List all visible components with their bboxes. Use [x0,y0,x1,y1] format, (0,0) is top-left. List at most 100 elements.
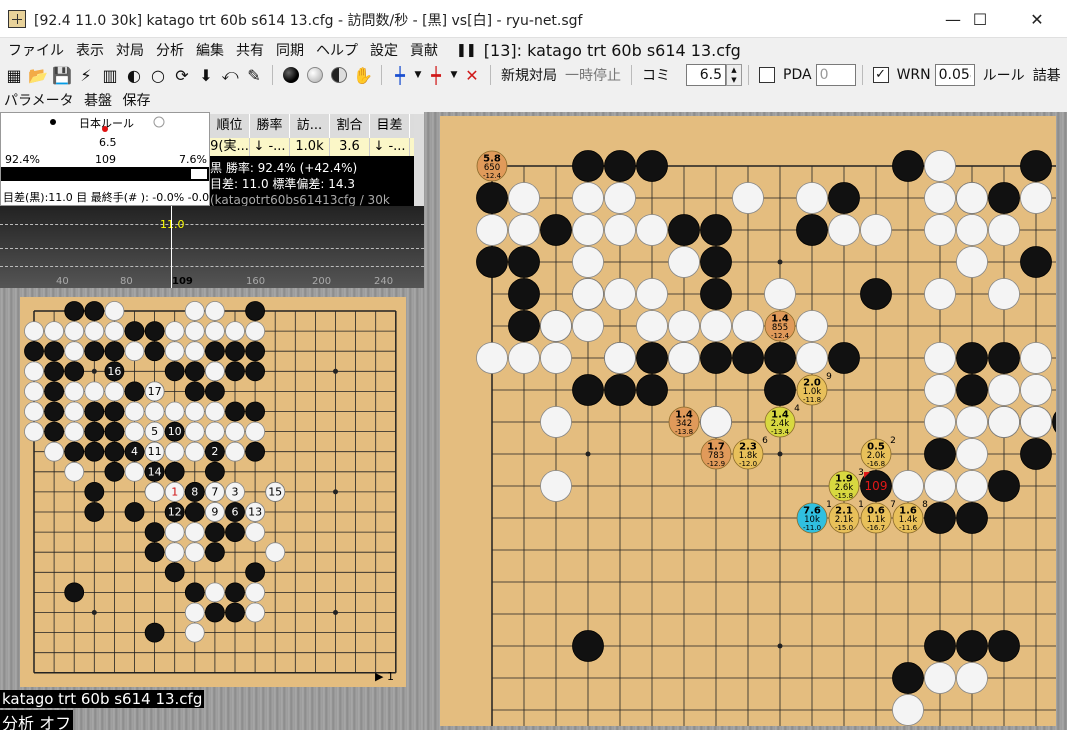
analysis-status[interactable]: 分析 オフ [0,710,74,730]
white-stone [924,150,956,182]
sub-board-canvas[interactable]: 16 17 5 10 4 11 14 2 1 8 7 3 15 12 9 6 13 [20,297,406,687]
score-icon[interactable]: ◐ [122,63,146,87]
black-stone [104,441,125,462]
white-stone [164,321,185,341]
menu-bar: ファイル 表示 対局 分析 編集 共有 同期 ヘルプ 設定 貢献 ❚❚ [13]… [0,38,1067,62]
black-stone [184,381,205,402]
white-stone [572,214,604,246]
star-point [91,610,97,615]
chart-icon[interactable]: ▥ [98,63,122,87]
white-stone [1020,182,1052,214]
pause-button[interactable]: 一時停止 [561,65,625,85]
parameters-button[interactable]: パラメータ [4,93,74,109]
header-ratio[interactable]: 割合 [330,114,370,138]
table-row[interactable]: 9(実... ↓ -... 1.0k 3.6 ↓ -... [210,138,414,156]
table-scrollbar[interactable] [414,114,424,206]
white-stone [732,182,764,214]
black-stone [636,374,668,406]
brush-icon[interactable]: ✎ [242,63,266,87]
black-stone [828,182,860,214]
menu-edit[interactable]: 編集 [192,40,232,60]
graph-gridline [0,248,424,249]
white-stone [24,321,44,341]
main-board-canvas[interactable]: 1095.8650-12.41.4855-12.42.01.0k-11.891.… [440,116,1067,730]
hand-icon[interactable]: ✋ [351,63,375,87]
black-stone [700,342,732,374]
black-stone [64,361,85,382]
move-number-label: 11 [148,445,162,458]
menu-contribute[interactable]: 貢献 [406,40,446,60]
save-disk-icon[interactable]: 💾 [50,63,74,87]
menu-share[interactable]: 共有 [232,40,272,60]
tsumego-button[interactable]: 詰碁 [1029,65,1065,85]
pause-icon[interactable]: ❚❚ [456,43,477,58]
blue-marker-icon[interactable]: ┿ [388,63,412,87]
pda-input[interactable] [815,64,856,86]
refresh-icon[interactable]: ⟳ [170,63,194,87]
black-stone [764,374,796,406]
chevron-down-icon[interactable]: ▼ [412,63,424,87]
board-button[interactable]: 碁盤 [84,93,112,109]
menu-analysis[interactable]: 分析 [152,40,192,60]
black-stone [796,214,828,246]
komi-input[interactable] [686,64,726,86]
down-arrow-icon[interactable]: ⬇ [194,63,218,87]
black-stone [700,214,732,246]
black-stone [245,361,266,382]
white-stone [225,441,245,462]
save-button[interactable]: 保存 [123,93,151,109]
detail-line: 目差: 11.0 標準偏差: 14.3 [210,177,355,191]
pda-checkbox[interactable] [759,67,775,83]
black-stone [860,278,892,310]
candidate-rank: 1 [826,500,832,510]
white-stone [64,461,85,482]
new-board-icon[interactable]: ▦ [2,63,26,87]
chevron-down-icon[interactable]: ▼ [448,63,460,87]
wrn-checkbox[interactable]: ✓ [872,67,889,83]
black-stone [84,502,105,522]
delete-x-icon[interactable]: ✕ [460,63,484,87]
menu-view[interactable]: 表示 [72,40,112,60]
win-rate-graph[interactable]: 11.0 40 80 109 160 200 240 [0,206,424,288]
circle-icon[interactable]: ○ [146,63,170,87]
graph-x-tick: 240 [374,276,394,287]
header-visits[interactable]: 訪... [290,114,330,138]
graph-x-tick: 109 [172,276,193,287]
header-win-rate[interactable]: 勝率 [250,114,290,138]
menu-sync[interactable]: 同期 [272,40,312,60]
white-stone [700,310,732,342]
black-stone-icon[interactable] [279,63,303,87]
black-stone [245,341,266,362]
white-stone [988,406,1020,438]
white-stone [924,278,956,310]
graph-x-tick: 80 [120,276,133,287]
alternate-stone-icon[interactable] [327,63,351,87]
flash-icon[interactable]: ⚡ [74,63,98,87]
back-arrow-icon[interactable]: ⤺ [218,63,242,87]
white-stone [828,214,860,246]
wrn-input[interactable] [934,64,975,86]
sub-board[interactable]: 16 17 5 10 4 11 14 2 1 8 7 3 15 12 9 6 13 ▶ 1 [20,297,406,687]
white-stone-icon[interactable] [303,63,327,87]
close-button[interactable]: ✕ [1014,0,1060,38]
white-stone [956,470,988,502]
white-stone [924,662,956,694]
menu-game[interactable]: 対局 [112,40,152,60]
red-marker-icon[interactable]: ┿ [424,63,448,87]
new-game-button[interactable]: 新規対局 [497,65,561,85]
white-stone [956,438,988,470]
menu-settings[interactable]: 設定 [366,40,406,60]
main-board[interactable]: 109 5.8 650 -12.4 1.4 855 -12.4 2.0 1.0k -11.8 9 1.… [440,116,1067,730]
maximize-button[interactable]: ☐ [957,0,1003,38]
graph-score-label: 11.0 [160,218,185,231]
open-folder-icon[interactable]: 📂 [26,63,50,87]
header-rank[interactable]: 順位 [210,114,250,138]
black-stone [104,341,125,362]
menu-help[interactable]: ヘルプ [312,40,366,60]
header-score[interactable]: 目差 [370,114,410,138]
menu-file[interactable]: ファイル [4,40,72,60]
black-stone [225,361,245,382]
white-stone [164,341,185,362]
rule-button[interactable]: ルール [979,65,1029,85]
komi-spinner[interactable]: ▲ ▼ [726,64,742,86]
